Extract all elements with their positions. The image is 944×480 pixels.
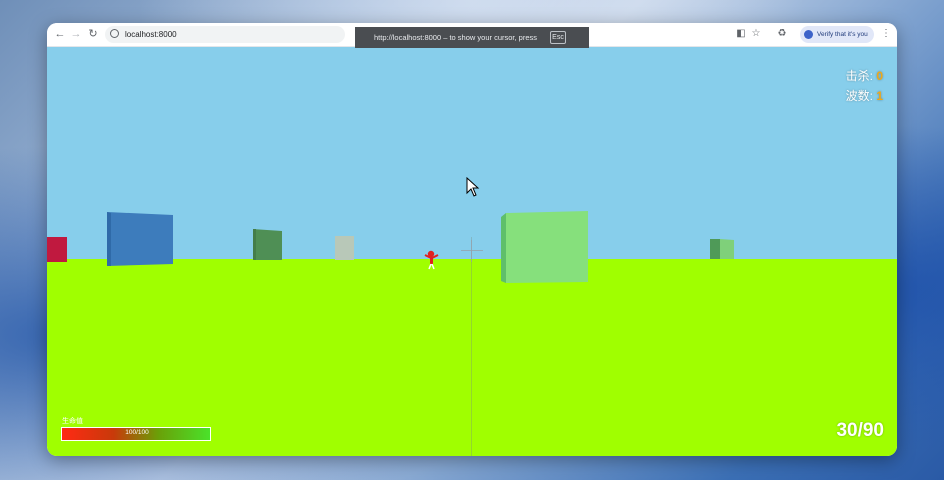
- esc-key: Esc: [550, 31, 566, 44]
- aim-line: [471, 237, 472, 456]
- address-bar[interactable]: localhost:8000: [105, 26, 345, 43]
- enemy-block: [335, 236, 354, 260]
- back-icon[interactable]: ←: [53, 27, 67, 41]
- bookmark-star-icon[interactable]: ☆: [750, 28, 762, 40]
- enemy-block: [501, 211, 588, 283]
- url-text: localhost:8000: [125, 30, 177, 39]
- enemy-block: [710, 239, 734, 259]
- enemy-block: [107, 212, 173, 266]
- fullscreen-notice: http://localhost:8000 – to show your cur…: [355, 27, 589, 48]
- forward-icon[interactable]: →: [69, 27, 83, 41]
- enemy-figure: [423, 250, 439, 270]
- ammo-counter: 30/90: [836, 420, 884, 441]
- kills-label: 击杀:: [845, 69, 873, 83]
- crosshair-icon: [461, 250, 483, 251]
- verify-identity-button[interactable]: Verify that it's you: [800, 26, 874, 43]
- reload-icon[interactable]: ↻: [86, 27, 100, 41]
- health-bar: 100/100: [61, 427, 211, 441]
- enemy-block: [253, 229, 282, 260]
- health-text: 100/100: [125, 429, 149, 436]
- wave-label: 波数:: [845, 89, 873, 103]
- sky: [47, 47, 897, 260]
- enemy-block: [47, 237, 67, 262]
- kills-value: 0: [876, 69, 883, 83]
- wave-counter: 波数: 1: [846, 87, 883, 104]
- kills-counter: 击杀: 0: [846, 67, 883, 84]
- translate-icon[interactable]: ◧: [735, 28, 747, 40]
- site-info-icon[interactable]: [110, 29, 119, 38]
- menu-icon[interactable]: ⋮: [880, 28, 892, 40]
- fullscreen-notice-text: http://localhost:8000 – to show your cur…: [374, 33, 538, 42]
- game-canvas[interactable]: 击杀: 0 波数: 1 生命值 100/100 30/90: [47, 47, 897, 456]
- browser-window: ← → ↻ localhost:8000 ◧ ☆ ♻ Verify that i…: [47, 23, 897, 456]
- wave-value: 1: [876, 89, 883, 103]
- extensions-icon[interactable]: ♻: [776, 28, 788, 40]
- crosshair-vertical: [471, 240, 472, 262]
- health-label: 生命值: [62, 418, 83, 425]
- mouse-cursor-icon: [466, 176, 480, 202]
- verify-label: Verify that it's you: [817, 31, 868, 38]
- profile-icon: [804, 30, 813, 39]
